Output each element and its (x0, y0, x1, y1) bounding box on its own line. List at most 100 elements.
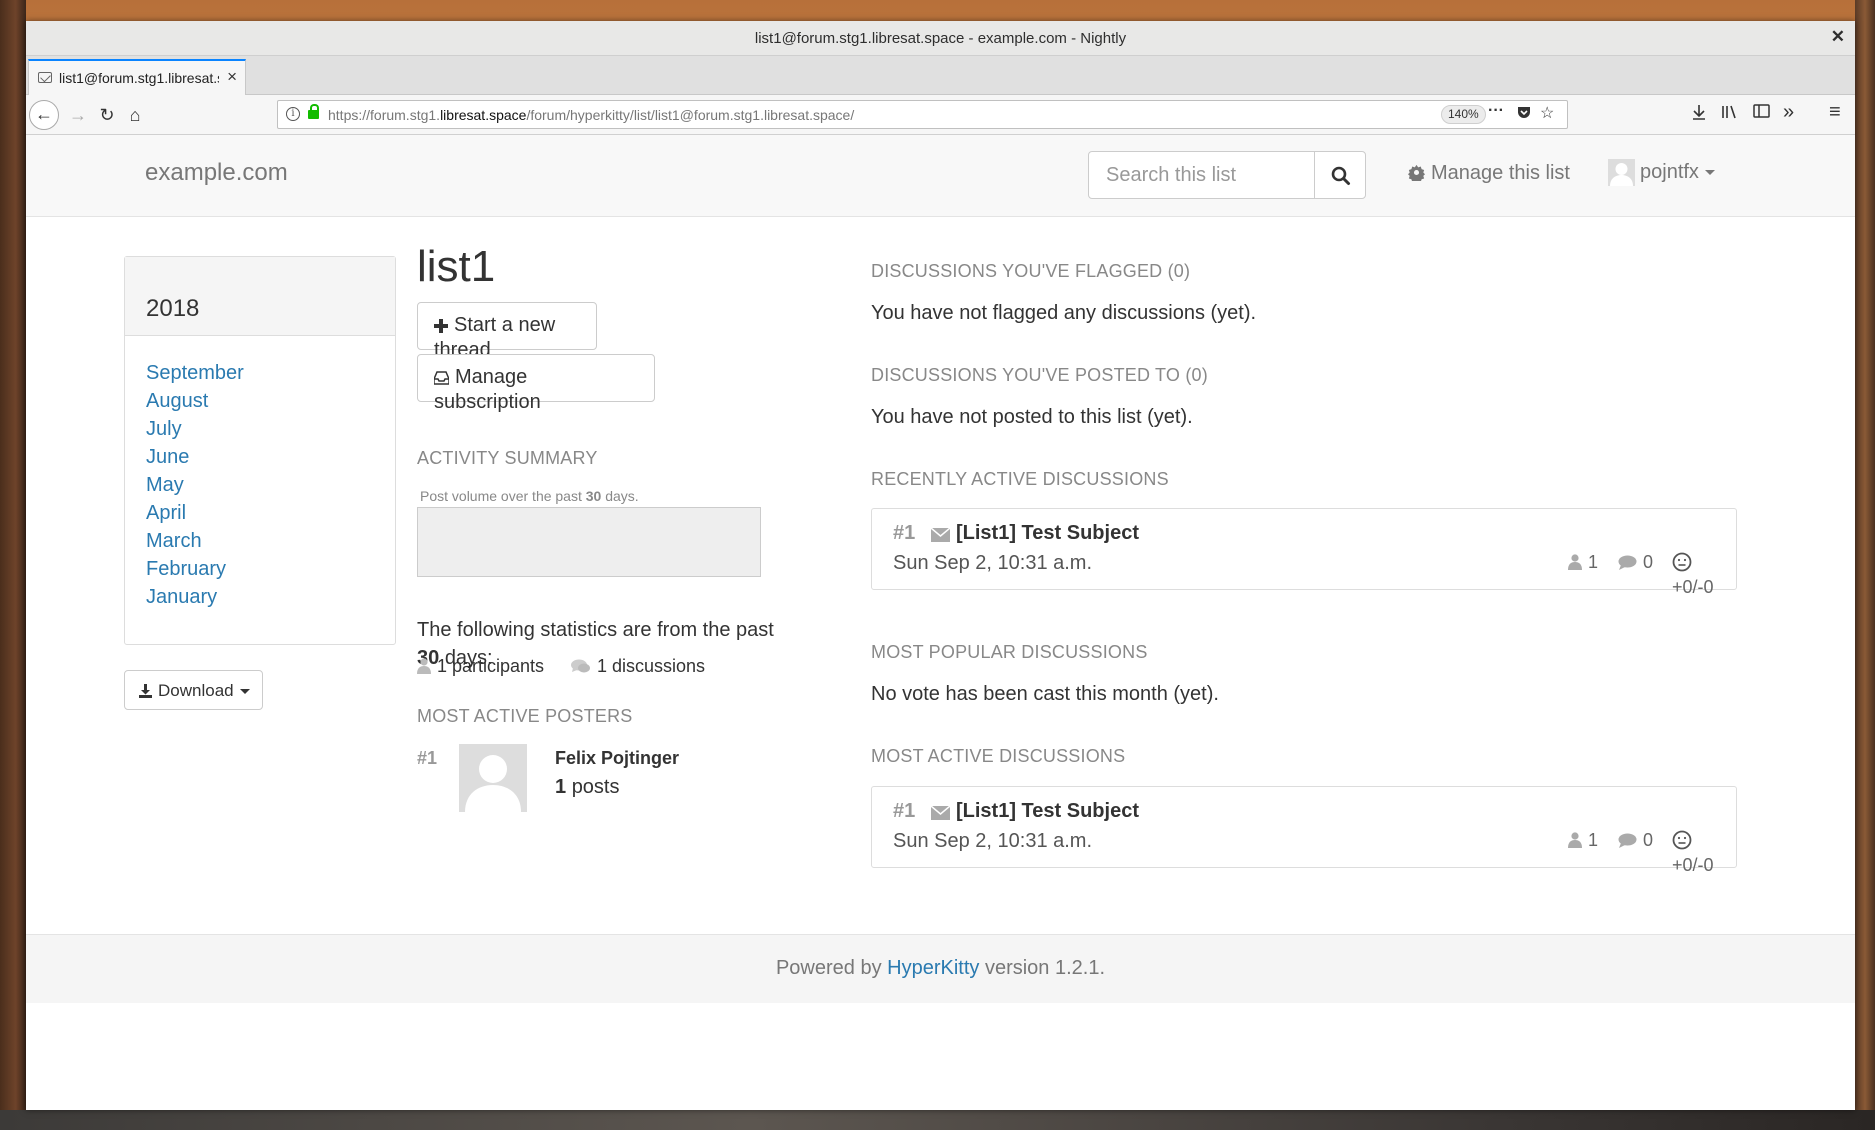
download-icon (139, 683, 152, 703)
posted-empty-text: You have not posted to this list (yet). (871, 406, 1193, 428)
poster-post-count: 1 posts (555, 776, 620, 798)
window-titlebar: list1@forum.stg1.libresat.space - exampl… (26, 21, 1855, 56)
site-brand[interactable]: example.com (145, 159, 288, 187)
tab-close-icon[interactable]: × (227, 67, 237, 87)
footer-text: Powered by HyperKitty version 1.2.1. (775, 957, 1106, 979)
thread-participants: 1 (1568, 830, 1598, 853)
thread-votes: +0/-0 (1672, 830, 1736, 876)
month-link[interactable]: January (146, 583, 395, 611)
flagged-empty-text: You have not flagged any discussions (ye… (871, 302, 1257, 324)
hamburger-menu-icon[interactable]: ≡ (1829, 101, 1841, 124)
month-link[interactable]: February (146, 555, 395, 583)
reload-icon[interactable]: ↻ (93, 101, 121, 129)
tab-strip: list1@forum.stg1.libresat.space × + (26, 56, 1855, 119)
overflow-chevron-icon[interactable]: » (1783, 101, 1794, 124)
site-header: example.com Manage this list pojntfx (26, 135, 1855, 217)
envelope-icon (930, 527, 951, 547)
browser-tab[interactable]: list1@forum.stg1.libresat.space × (28, 59, 246, 95)
thread-date: Sun Sep 2, 10:31 a.m. (893, 830, 1093, 852)
post-volume-caption: Post volume over the past 30 days. (420, 488, 639, 504)
discussions-stat: 1 discussions (571, 656, 705, 679)
tab-label: list1@forum.stg1.libresat.space (59, 70, 219, 86)
thread-participants: 1 (1568, 552, 1598, 575)
desktop-background-right (1855, 0, 1875, 1130)
thread-subject[interactable]: [List1] Test Subject (956, 522, 1139, 545)
plus-icon (434, 316, 448, 339)
participants-stat: 1 participants (417, 656, 544, 679)
search-button[interactable] (1314, 151, 1366, 199)
navigation-toolbar: ← → ↻ ⌂ i https://forum.stg1.libresat.sp… (26, 95, 1855, 135)
comments-icon (571, 658, 591, 679)
browser-window: list1@forum.stg1.libresat.space - exampl… (26, 21, 1855, 1110)
flagged-heading: Discussions You've Flagged (0) (871, 261, 1191, 281)
desktop-background-left (0, 0, 26, 1130)
month-link[interactable]: July (146, 415, 395, 443)
gear-icon (1408, 164, 1425, 187)
month-link[interactable]: May (146, 471, 395, 499)
home-icon[interactable]: ⌂ (121, 101, 149, 129)
username-label: pojntfx (1640, 161, 1699, 183)
recent-discussions-heading: Recently Active Discussions (871, 469, 1169, 489)
thread-date: Sun Sep 2, 10:31 a.m. (893, 552, 1093, 574)
most-active-posters-heading: Most Active Posters (417, 706, 633, 726)
posted-heading: Discussions You've Posted To (0) (871, 365, 1208, 385)
caret-down-icon (1704, 170, 1715, 176)
thread-card[interactable]: #1 [List1] Test Subject Sun Sep 2, 10:31… (871, 508, 1737, 597)
pocket-icon[interactable] (1516, 104, 1532, 125)
poster-name[interactable]: Felix Pojtinger (555, 748, 679, 769)
manage-subscription-button[interactable]: Manage subscription (417, 354, 655, 413)
smiley-icon (1672, 552, 1692, 577)
popular-empty-text: No vote has been cast this month (yet). (871, 683, 1219, 705)
smiley-icon (1672, 830, 1692, 855)
poster-rank: #1 (417, 748, 438, 768)
thread-votes: +0/-0 (1672, 552, 1736, 598)
thread-rank: #1 (893, 522, 916, 544)
thread-rank: #1 (893, 800, 916, 822)
user-icon (417, 658, 431, 679)
archive-year[interactable]: 2018 (125, 257, 395, 336)
popular-discussions-heading: Most Popular Discussions (871, 642, 1148, 662)
bookmark-star-icon[interactable]: ☆ (1540, 103, 1554, 123)
hyperkitty-link[interactable]: HyperKitty (887, 957, 979, 979)
start-thread-button[interactable]: Start a new thread (417, 302, 597, 361)
thread-replies: 0 (1618, 830, 1653, 853)
lock-icon[interactable] (308, 104, 319, 119)
envelope-icon (930, 805, 951, 825)
url-bar[interactable]: i https://forum.stg1.libresat.space/foru… (277, 100, 1568, 129)
month-link[interactable]: September (146, 359, 395, 387)
list-title: list1 (417, 242, 496, 291)
user-icon (1568, 554, 1582, 575)
month-link[interactable]: April (146, 499, 395, 527)
search-input[interactable] (1088, 151, 1316, 199)
page-actions-icon[interactable]: ··· (1488, 102, 1504, 120)
month-list: September August July June May April Mar… (125, 336, 395, 611)
thread-card[interactable]: #1 [List1] Test Subject Sun Sep 2, 10:31… (871, 786, 1737, 875)
desktop-background-bottom (0, 1110, 1875, 1130)
post-volume-chart (417, 507, 761, 577)
url-text[interactable]: https://forum.stg1.libresat.space/forum/… (328, 107, 854, 123)
user-menu[interactable]: pojntfx (1640, 161, 1715, 184)
archive-sidebar: 2018 September August July June May Apri… (124, 256, 396, 645)
library-icon[interactable] (1721, 103, 1739, 126)
download-button[interactable]: Download (124, 670, 263, 710)
forward-arrow-icon[interactable]: → (64, 101, 92, 129)
user-icon (1568, 832, 1582, 853)
thread-subject[interactable]: [List1] Test Subject (956, 800, 1139, 823)
thread-replies: 0 (1618, 552, 1653, 575)
downloads-icon[interactable] (1691, 103, 1707, 126)
mail-favicon-icon (38, 72, 52, 83)
zoom-indicator[interactable]: 140% (1441, 105, 1486, 124)
month-link[interactable]: June (146, 443, 395, 471)
month-link[interactable]: March (146, 527, 395, 555)
back-arrow-icon[interactable]: ← (29, 100, 59, 130)
window-close-icon[interactable]: ✕ (1831, 27, 1845, 47)
sidebar-icon[interactable] (1753, 103, 1771, 124)
comment-icon (1618, 554, 1637, 575)
user-avatar[interactable] (1608, 159, 1635, 186)
manage-list-link[interactable]: Manage this list (1408, 162, 1570, 187)
window-title: list1@forum.stg1.libresat.space - exampl… (754, 30, 1127, 47)
activity-summary-heading: Activity Summary (417, 448, 598, 468)
month-link[interactable]: August (146, 387, 395, 415)
site-footer: Powered by HyperKitty version 1.2.1. (26, 934, 1855, 1003)
site-info-icon[interactable]: i (286, 107, 300, 121)
